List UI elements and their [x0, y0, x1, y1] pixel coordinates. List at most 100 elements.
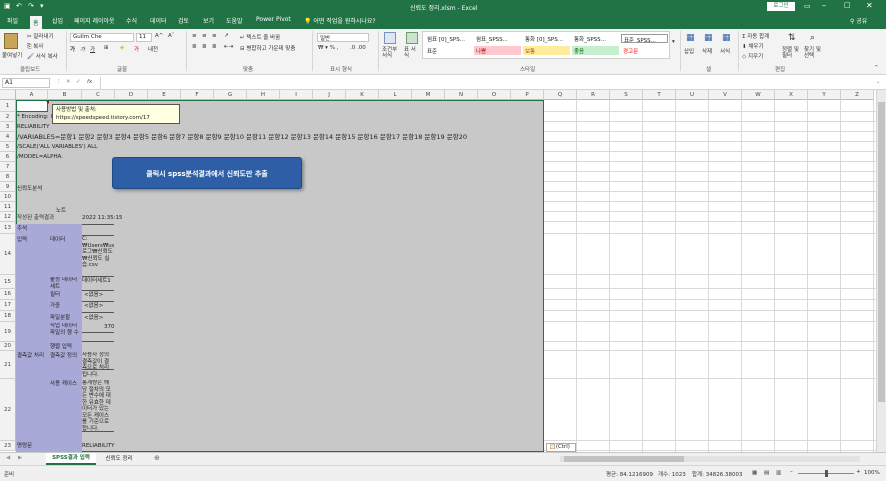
insert-cells-button[interactable]: 삽입: [684, 47, 694, 55]
column-header-g[interactable]: G: [214, 90, 247, 100]
decimal-icon[interactable]: .0 .00: [350, 45, 366, 51]
column-header-k[interactable]: K: [346, 90, 379, 100]
row-header-19[interactable]: 19: [0, 322, 16, 342]
font-name-select[interactable]: Gulim Che: [70, 33, 134, 42]
align-top-icon[interactable]: ≡: [192, 33, 197, 39]
phonetic-icon[interactable]: 내천: [148, 45, 158, 53]
column-header-x[interactable]: X: [775, 90, 808, 100]
expand-formula-icon[interactable]: ⌄: [876, 79, 881, 85]
cancel-icon[interactable]: ✕: [66, 79, 71, 85]
row-header-23[interactable]: 23: [0, 441, 16, 451]
copy-button[interactable]: ⎘ 복사: [27, 42, 43, 51]
cell-b19[interactable]: 작업 데이터 파일의 행 수: [50, 323, 82, 343]
wrap-text-button[interactable]: ↵ 텍스트 줄 바꿈: [240, 33, 280, 41]
sheet-tab-spss-input[interactable]: SPSS결과 입력: [46, 453, 96, 465]
align-right-icon[interactable]: ≣: [212, 44, 217, 50]
horizontal-scrollbar[interactable]: [560, 456, 860, 462]
row-header-22[interactable]: 22: [0, 379, 16, 441]
find-select-icon[interactable]: ⌕: [810, 33, 815, 43]
paste-options-button[interactable]: 📋(Ctrl): [546, 443, 576, 452]
add-sheet-icon[interactable]: ⊕: [154, 454, 160, 462]
cell-b21[interactable]: 결측값 정의: [50, 352, 77, 360]
orientation-icon[interactable]: ↗: [224, 33, 229, 39]
accounting-icon[interactable]: ₩ ▾ % ,: [318, 45, 338, 51]
minimize-icon[interactable]: –: [822, 1, 826, 10]
row-header-13[interactable]: 13: [0, 222, 16, 234]
cell-c22[interactable]: 통계량은 해당 절차의 모든 변수에 대한 유효한 데이터가 있는 모든 케이스…: [82, 380, 114, 440]
delete-cells-button[interactable]: 삭제: [702, 47, 712, 55]
style-currency0-spss[interactable]: 통화 [0]_SPS...: [523, 34, 570, 43]
cell-c12[interactable]: 2022 11:35:15: [82, 214, 122, 222]
table-format-icon[interactable]: [406, 32, 418, 44]
cell-a21[interactable]: 결측값 처리: [17, 352, 44, 360]
styles-more-icon[interactable]: ▾: [672, 39, 675, 45]
cell-a6[interactable]: /MODEL=ALPHA.: [17, 153, 63, 161]
zoom-level[interactable]: 100%: [864, 470, 880, 476]
font-size-select[interactable]: 11: [136, 33, 152, 42]
delete-cells-icon[interactable]: ▦: [704, 33, 713, 43]
maximize-icon[interactable]: □: [844, 1, 851, 9]
insert-cells-icon[interactable]: ▦: [686, 33, 695, 43]
scroll-left-icon[interactable]: ◀: [6, 455, 10, 461]
undo-icon[interactable]: ↶: [16, 2, 22, 10]
style-neutral[interactable]: 보통: [523, 46, 570, 55]
column-header-b[interactable]: B: [48, 90, 82, 100]
page-break-view-icon[interactable]: ▥: [776, 470, 781, 476]
close-icon[interactable]: ✕: [866, 1, 873, 10]
comment-url[interactable]: https://speedspeed.tistory.com/17: [56, 114, 176, 122]
cell-a14[interactable]: 입력: [17, 236, 27, 244]
style-currency-spss[interactable]: 통화_SPSS...: [572, 34, 619, 43]
column-header-o[interactable]: O: [478, 90, 511, 100]
cell-a4[interactable]: /VARIABLES=문항1 문항2 문항3 문항4 문항5 문항6 문항7 문…: [17, 133, 467, 141]
format-painter-button[interactable]: 🖌 서식 복사: [27, 52, 58, 60]
column-header-y[interactable]: Y: [808, 90, 841, 100]
scroll-right-icon[interactable]: ▶: [18, 455, 22, 461]
collapse-ribbon-icon[interactable]: ⌃: [874, 65, 879, 71]
find-select-button[interactable]: 찾기 및 선택: [804, 47, 826, 59]
autosum-button[interactable]: Σ 자동 합계: [742, 32, 769, 40]
cell-c23[interactable]: RELIABILITY: [82, 442, 115, 450]
grow-font-icon[interactable]: A^: [155, 33, 163, 39]
cell-b15[interactable]: 활성 데이터 세트: [50, 277, 82, 291]
column-header-w[interactable]: W: [742, 90, 775, 100]
page-layout-view-icon[interactable]: ▤: [764, 470, 769, 476]
paste-icon[interactable]: [4, 33, 18, 49]
row-header-17[interactable]: 17: [0, 300, 16, 311]
column-header-t[interactable]: T: [643, 90, 676, 100]
cell-a13[interactable]: 주석: [17, 225, 27, 233]
cell-c18[interactable]: <없음>: [84, 314, 103, 322]
fill-button[interactable]: ⬇ 채우기: [742, 42, 764, 50]
align-middle-icon[interactable]: ≡: [202, 33, 207, 39]
row-header-9[interactable]: 9: [0, 182, 16, 192]
cell-a23[interactable]: 명령문: [17, 442, 32, 450]
tab-help[interactable]: 도움말: [226, 16, 243, 25]
conditional-format-icon[interactable]: [384, 32, 396, 44]
row-header-12[interactable]: 12: [0, 212, 16, 222]
column-header-u[interactable]: U: [676, 90, 709, 100]
row-header-18[interactable]: 18: [0, 311, 16, 322]
column-header-a[interactable]: A: [16, 90, 48, 100]
merge-center-button[interactable]: ⊟ 병합하고 가운데 맞춤: [240, 44, 295, 52]
login-button[interactable]: 로그인: [767, 2, 795, 11]
tab-power-pivot[interactable]: Power Pivot: [256, 16, 291, 23]
column-header-d[interactable]: D: [115, 90, 148, 100]
vertical-scrollbar[interactable]: [876, 90, 886, 452]
tab-view[interactable]: 보기: [203, 16, 214, 25]
cell-b18[interactable]: 파일분할: [50, 314, 70, 322]
align-bottom-icon[interactable]: ≡: [212, 33, 217, 39]
column-header-q[interactable]: Q: [544, 90, 577, 100]
name-box[interactable]: A1: [2, 78, 50, 88]
row-header-16[interactable]: 16: [0, 289, 16, 300]
row-header-5[interactable]: 5: [0, 142, 16, 152]
cell-b17[interactable]: 가중: [50, 302, 60, 310]
sort-filter-icon[interactable]: ⇅: [788, 33, 796, 43]
zoom-slider-thumb[interactable]: [825, 470, 828, 477]
tab-insert[interactable]: 삽입: [52, 16, 63, 25]
font-color-icon[interactable]: 가: [134, 45, 139, 53]
column-header-l[interactable]: L: [379, 90, 412, 100]
style-comma0-spss[interactable]: 쉼표 [0]_SPS...: [425, 34, 472, 43]
tab-file[interactable]: 파일: [7, 16, 18, 25]
zoom-out-icon[interactable]: –: [790, 469, 793, 475]
cell-b16[interactable]: 필터: [50, 291, 60, 299]
horizontal-scroll-thumb[interactable]: [564, 456, 684, 462]
